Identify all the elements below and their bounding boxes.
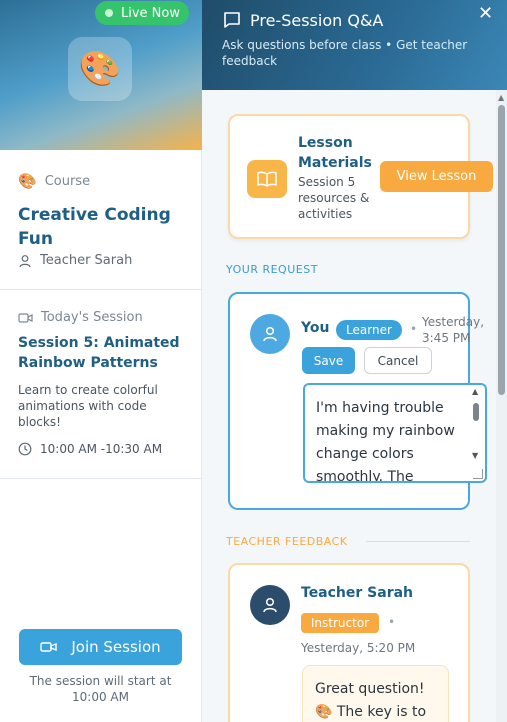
- panel-subtitle: Ask questions before class • Get teacher…: [222, 38, 468, 68]
- session-label-row: Today's Session: [18, 310, 143, 325]
- save-button[interactable]: Save: [302, 347, 355, 374]
- join-note: The session will start at 10:00 AM: [29, 674, 172, 704]
- request-card: You Learner • Yesterday, 3:45 PM Save Ca…: [228, 292, 487, 510]
- request-author: You: [301, 320, 330, 336]
- live-status-label: Live Now: [121, 5, 180, 21]
- cancel-button[interactable]: Cancel: [364, 347, 432, 374]
- textarea-scroll-up-icon[interactable]: ▲: [472, 387, 478, 396]
- avatar: [250, 314, 290, 354]
- palette-icon: 🎨: [68, 37, 132, 101]
- textarea-scroll-thumb[interactable]: [473, 403, 479, 421]
- feedback-bubble: Great question! 🎨 The key is to: [302, 665, 449, 722]
- book-icon: [247, 160, 287, 198]
- join-session-label: Join Session: [71, 638, 161, 656]
- your-request-heading: YOUR REQUEST: [226, 263, 318, 276]
- textarea-scroll-down-icon[interactable]: ▼: [472, 451, 478, 460]
- close-icon[interactable]: ✕: [478, 3, 493, 24]
- live-dot-icon: [105, 9, 113, 17]
- app-root: Live Now 🎨 🎨 Course Creative Coding Fun …: [0, 0, 507, 722]
- scroll-up-icon[interactable]: ▲: [498, 93, 504, 102]
- session-sidebar: Live Now 🎨 🎨 Course Creative Coding Fun …: [0, 0, 202, 722]
- teacher-name: Teacher Sarah: [40, 253, 133, 268]
- user-icon: [263, 326, 277, 342]
- panel-header: Pre-Session Q&A ✕ Ask questions before c…: [202, 0, 507, 90]
- feedback-time: Yesterday, 5:20 PM: [301, 641, 416, 655]
- user-icon: [19, 254, 31, 267]
- materials-subtitle: Session 5 resources & activities: [298, 175, 370, 221]
- request-text: I'm having trouble making my rainbow cha…: [316, 400, 455, 483]
- today-session-label: Today's Session: [41, 310, 143, 325]
- teacher-row: Teacher Sarah: [18, 253, 132, 268]
- palette-small-icon: 🎨: [18, 172, 37, 190]
- chat-icon: [224, 12, 240, 28]
- avatar: [250, 585, 290, 625]
- sidebar-divider: [0, 289, 202, 290]
- session-time: 10:00 AM -10:30 AM: [40, 442, 163, 456]
- course-label-row: 🎨 Course: [18, 172, 90, 190]
- feedback-card: Teacher Sarah Instructor • Yesterday, 5:…: [228, 563, 470, 722]
- panel-title: Pre-Session Q&A: [250, 10, 384, 30]
- resize-handle-icon[interactable]: [473, 469, 483, 479]
- panel-title-row: Pre-Session Q&A: [222, 10, 383, 30]
- session-time-row: 10:00 AM -10:30 AM: [18, 442, 162, 456]
- live-status-badge: Live Now: [95, 1, 189, 25]
- separator-dot: •: [410, 322, 418, 336]
- request-time: Yesterday, 3:45 PM: [422, 315, 485, 345]
- teacher-feedback-heading: TEACHER FEEDBACK: [226, 535, 348, 548]
- qa-panel: Pre-Session Q&A ✕ Ask questions before c…: [202, 0, 507, 722]
- session-title: Session 5: Animated Rainbow Patterns: [18, 335, 180, 371]
- video-icon: [18, 312, 33, 323]
- user-icon: [263, 597, 277, 613]
- course-label: Course: [44, 173, 91, 189]
- lesson-materials-card: Lesson Materials Session 5 resources & a…: [228, 114, 493, 239]
- instructor-badge: Instructor: [301, 613, 379, 633]
- request-textarea[interactable]: I'm having trouble making my rainbow cha…: [303, 383, 487, 483]
- feedback-divider: [366, 541, 470, 542]
- materials-title: Lesson Materials: [298, 135, 372, 171]
- sidebar-divider: [0, 478, 202, 479]
- join-session-button[interactable]: Join Session: [19, 629, 182, 665]
- course-banner: Live Now 🎨: [0, 0, 202, 150]
- separator-dot: •: [388, 615, 396, 629]
- view-lesson-button[interactable]: View Lesson: [380, 161, 493, 192]
- course-title: Creative Coding Fun: [18, 205, 171, 249]
- video-icon: [40, 642, 58, 652]
- learner-badge: Learner: [336, 320, 402, 340]
- session-description: Learn to create colorful animations with…: [18, 383, 158, 429]
- feedback-author: Teacher Sarah: [301, 585, 414, 601]
- clock-icon: [18, 442, 32, 456]
- panel-scroll-thumb[interactable]: [498, 105, 505, 395]
- feedback-text: Great question! 🎨 The key is to: [315, 681, 427, 720]
